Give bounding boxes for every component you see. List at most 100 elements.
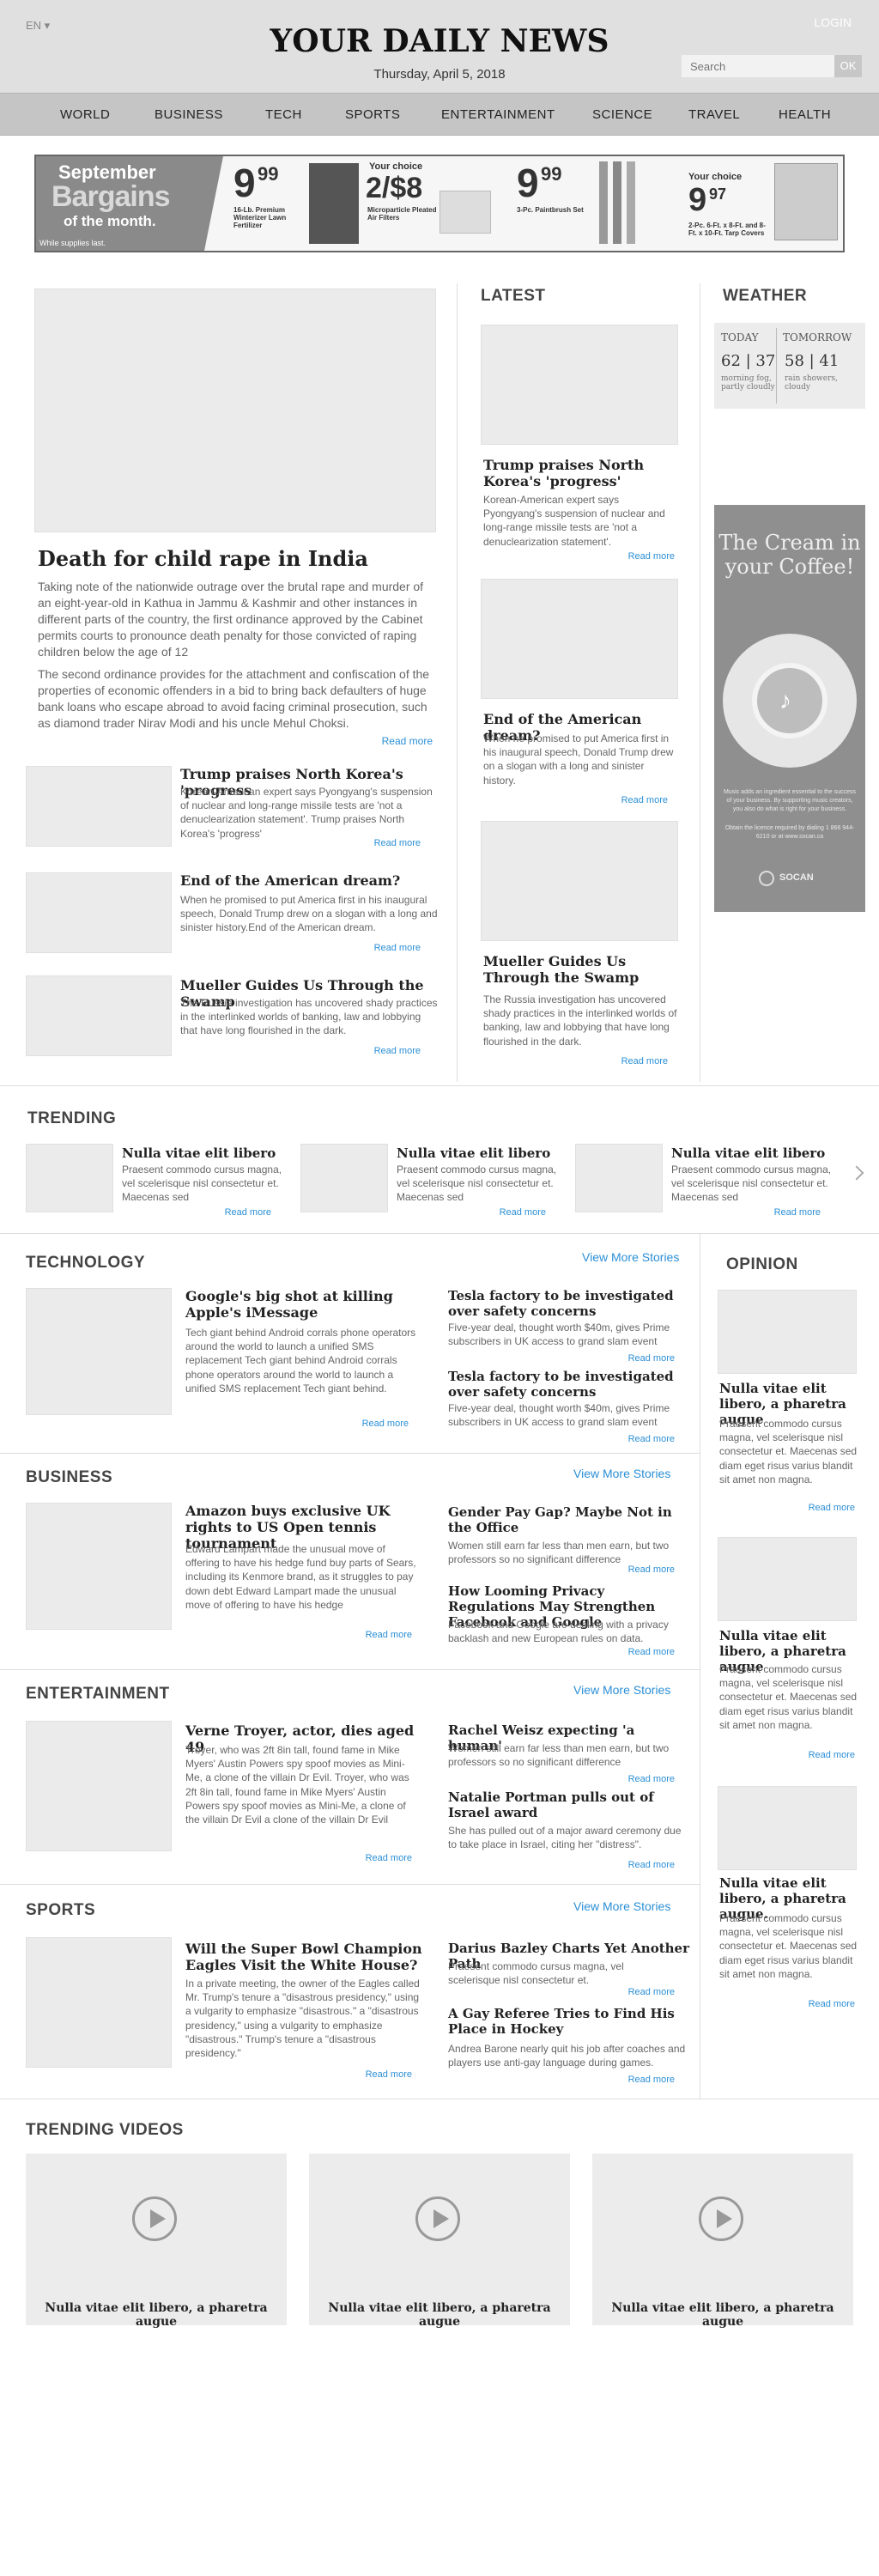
nav-item-travel[interactable]: TRAVEL [688, 107, 740, 122]
weather-tomorrow-label: TOMORROW [783, 331, 852, 343]
latest-item-read-more[interactable]: Read more [584, 551, 675, 562]
opinion-item-text: Praesent commodo cursus magna, vel scele… [719, 1418, 858, 1485]
section-side-title[interactable]: Gender Pay Gap? Maybe Not in the Office [448, 1504, 688, 1535]
latest-item-image[interactable] [481, 579, 678, 699]
lead-story-image[interactable] [34, 289, 436, 532]
section-side-read-more[interactable]: Read more [584, 1774, 675, 1784]
section-main-image[interactable] [26, 1937, 172, 2068]
small-story-title[interactable]: End of the American dream? [180, 872, 438, 889]
opinion-item-image[interactable] [718, 1537, 857, 1621]
section-side-read-more[interactable]: Read more [584, 1434, 675, 1444]
trending-item-title[interactable]: Nulla vitae elit libero [122, 1145, 276, 1161]
latest-item-title[interactable]: Mueller Guides Us Through the Swamp [483, 953, 681, 986]
trending-item-title[interactable]: Nulla vitae elit libero [397, 1145, 550, 1161]
latest-item-title[interactable]: Trump praises North Korea's 'progress' [483, 457, 681, 489]
view-more-stories-link[interactable]: View More Stories [573, 1467, 670, 1480]
play-icon[interactable] [132, 2196, 177, 2241]
nav-item-science[interactable]: SCIENCE [592, 107, 652, 122]
view-more-stories-link[interactable]: View More Stories [573, 1683, 670, 1697]
banner-ad[interactable]: September Bargains of the month. While s… [34, 155, 845, 252]
view-more-stories-link[interactable]: View More Stories [582, 1250, 679, 1264]
trending-item-read-more[interactable]: Read more [189, 1207, 271, 1218]
small-story-image[interactable] [26, 975, 172, 1056]
opinion-item-image[interactable] [718, 1290, 857, 1374]
main-nav: WORLD BUSINESS TECH SPORTS ENTERTAINMENT… [0, 93, 879, 136]
section-side-text: Women still earn far less than men earn,… [448, 1742, 670, 1769]
section-side-title[interactable]: Natalie Portman pulls out of Israel awar… [448, 1789, 688, 1820]
section-side-read-more[interactable]: Read more [584, 1860, 675, 1870]
nav-item-world[interactable]: WORLD [60, 107, 110, 122]
nav-item-entertainment[interactable]: ENTERTAINMENT [441, 107, 555, 122]
video-title[interactable]: Nulla vitae elit libero, a pharetra augu… [592, 2301, 853, 2329]
price-3-cents: 99 [541, 163, 562, 185]
latest-item-image[interactable] [481, 821, 678, 941]
section-side-title[interactable]: Tesla factory to be investigated over sa… [448, 1369, 680, 1400]
air-filter-image [440, 191, 491, 234]
section-main-read-more[interactable]: Read more [318, 1419, 409, 1429]
video-card[interactable]: Nulla vitae elit libero, a pharetra augu… [309, 2154, 570, 2329]
opinion-item-read-more[interactable]: Read more [773, 1999, 855, 2009]
small-story-text: When he promised to put America first in… [180, 894, 438, 934]
nav-item-business[interactable]: BUSINESS [155, 107, 223, 122]
music-note-icon: ♪ [779, 687, 791, 714]
trending-item-image[interactable] [26, 1144, 113, 1212]
section-side-read-more[interactable]: Read more [584, 1353, 675, 1364]
section-side-read-more[interactable]: Read more [584, 2075, 675, 2085]
search-ok-button[interactable]: OK [834, 55, 862, 77]
search-input[interactable] [682, 55, 836, 77]
section-main-read-more[interactable]: Read more [318, 1630, 412, 1640]
latest-item-read-more[interactable]: Read more [577, 1056, 668, 1066]
section-main-title[interactable]: Google's big shot at killing Apple's iMe… [185, 1288, 417, 1321]
opinion-item-read-more[interactable]: Read more [773, 1503, 855, 1513]
section-main-image[interactable] [26, 1503, 172, 1630]
banner-note: While supplies last. [39, 239, 106, 247]
section-side-read-more[interactable]: Read more [584, 1987, 675, 1997]
section-side-title[interactable]: A Gay Referee Tries to Find His Place in… [448, 2006, 688, 2037]
section-main-read-more[interactable]: Read more [318, 1853, 412, 1863]
fertilizer-bag-image [309, 163, 359, 244]
section-side-read-more[interactable]: Read more [584, 1564, 675, 1575]
video-card[interactable]: Nulla vitae elit libero, a pharetra augu… [26, 2154, 287, 2329]
lead-story-title[interactable]: Death for child rape in India [38, 546, 441, 571]
opinion-item-read-more[interactable]: Read more [773, 1750, 855, 1760]
trending-item-read-more[interactable]: Read more [738, 1207, 821, 1218]
login-link[interactable]: LOGIN [814, 15, 852, 29]
play-icon[interactable] [699, 2196, 743, 2241]
trending-item-image[interactable] [300, 1144, 388, 1212]
small-story-image[interactable] [26, 766, 172, 847]
section-side-read-more[interactable]: Read more [584, 1647, 675, 1657]
small-story-image[interactable] [26, 872, 172, 953]
trending-item-read-more[interactable]: Read more [464, 1207, 546, 1218]
ad-contact-text: Obtain the licence required by dialing 1… [724, 825, 855, 840]
small-story-read-more[interactable]: Read more [326, 1046, 421, 1056]
weather-tomorrow-desc: rain showers, cloudy [785, 374, 838, 392]
masthead-logo[interactable]: YOUR DAILY NEWS [0, 23, 879, 59]
section-main-image[interactable] [26, 1288, 172, 1415]
video-title[interactable]: Nulla vitae elit libero, a pharetra augu… [26, 2301, 287, 2329]
opinion-item-image[interactable] [718, 1786, 857, 1870]
section-main-read-more[interactable]: Read more [318, 2069, 412, 2080]
price-4: 9 [688, 182, 707, 218]
section-main-title[interactable]: Will the Super Bowl Champion Eagles Visi… [185, 1941, 434, 1973]
section-side-title[interactable]: Tesla factory to be investigated over sa… [448, 1288, 680, 1319]
sidebar-ad[interactable]: The Cream in your Coffee! ♪ Music adds a… [714, 505, 865, 912]
small-story-read-more[interactable]: Read more [326, 943, 421, 953]
play-icon[interactable] [415, 2196, 460, 2241]
lead-story-read-more[interactable]: Read more [343, 735, 433, 747]
small-story-read-more[interactable]: Read more [326, 838, 421, 848]
nav-item-tech[interactable]: TECH [265, 107, 302, 122]
view-more-stories-link[interactable]: View More Stories [573, 1899, 670, 1913]
latest-item-read-more[interactable]: Read more [577, 795, 668, 805]
trending-item-title[interactable]: Nulla vitae elit libero [671, 1145, 825, 1161]
video-card[interactable]: Nulla vitae elit libero, a pharetra augu… [592, 2154, 853, 2329]
nav-item-health[interactable]: HEALTH [779, 107, 831, 122]
video-title[interactable]: Nulla vitae elit libero, a pharetra augu… [309, 2301, 570, 2329]
chevron-right-icon[interactable] [849, 1165, 864, 1181]
nav-item-sports[interactable]: SPORTS [345, 107, 400, 122]
section-side-text: She has pulled out of a major award cere… [448, 1825, 682, 1851]
trending-item-image[interactable] [575, 1144, 663, 1212]
latest-item-image[interactable] [481, 325, 678, 445]
section-side-text: Facebook and Google are dealing with a p… [448, 1619, 669, 1645]
section-heading: SPORTS [26, 1901, 96, 1919]
section-main-image[interactable] [26, 1721, 172, 1851]
